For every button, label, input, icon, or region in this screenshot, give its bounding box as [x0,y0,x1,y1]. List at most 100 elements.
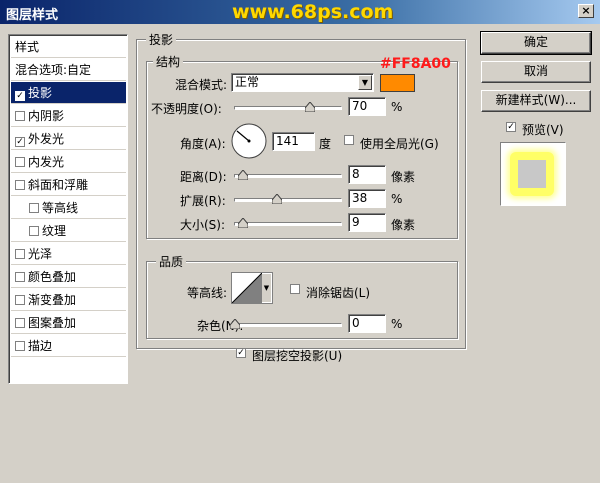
angle-dial[interactable] [230,122,268,160]
sidebar-item-label: 内发光 [28,155,65,169]
sidebar-item[interactable]: 渐变叠加 [11,289,126,311]
sidebar-item-checkbox[interactable] [15,111,25,121]
preview-swatch [518,160,546,188]
opacity-slider[interactable] [234,102,342,112]
cancel-button[interactable]: 取消 [481,61,591,83]
noise-slider-thumb[interactable] [230,319,240,329]
styles-list: 样式 混合选项:自定 ✓ 投影 内阴影 ✓ 外发光 内发光 斜面和浮雕 等高线 纹理 光泽 颜色叠加渐… [8,34,128,384]
watermark-text: www.68ps.com [232,1,394,23]
sidebar-item-checkbox[interactable] [15,272,25,282]
sidebar-item-label: 颜色叠加 [28,270,77,284]
sidebar-item-label: 外发光 [28,132,65,146]
contour-preview-icon [232,273,262,303]
sidebar-item-checkbox[interactable] [29,203,39,213]
sidebar-item-label: 描边 [28,339,53,353]
contour-label: 等高线: [187,286,228,300]
title-bar: 图层样式 www.68ps.com × [0,0,600,24]
sidebar-item[interactable]: 斜面和浮雕 [11,174,126,196]
spread-unit: % [391,192,403,206]
blend-mode-select[interactable]: 正常 ▼ [231,73,374,92]
styles-header: 样式 [11,36,126,58]
sidebar-item[interactable]: ✓ 外发光 [11,128,126,150]
hex-annotation: #FF8A00 [380,56,451,72]
antialias-checkbox[interactable] [290,284,300,294]
chevron-down-icon: ▼ [358,75,372,90]
sidebar-item[interactable]: 等高线 [11,197,126,219]
global-light-label: 使用全局光(G) [360,137,439,151]
preview-checkbox[interactable]: ✓ [506,122,516,132]
sidebar-item-label: 光泽 [28,247,53,261]
noise-unit: % [391,317,403,331]
noise-slider[interactable] [230,319,342,329]
sidebar-item-checkbox[interactable]: ✓ [15,137,25,147]
opacity-slider-thumb[interactable] [305,102,315,112]
angle-dial-icon [231,123,267,159]
sidebar-item[interactable]: 颜色叠加 [11,266,126,288]
opacity-input[interactable]: 70 [348,97,386,116]
distance-slider-thumb[interactable] [238,170,248,180]
style-preview [500,142,566,206]
global-light-checkbox[interactable] [344,135,354,145]
spread-slider-thumb[interactable] [272,194,282,204]
contour-dropdown-icon[interactable]: ▼ [262,274,271,302]
sidebar-item-checkbox[interactable] [15,295,25,305]
angle-label: 角度(A): [180,137,226,151]
distance-slider[interactable] [234,170,342,180]
opacity-label: 不透明度(O): [151,102,222,116]
contour-picker[interactable]: ▼ [231,272,273,304]
angle-input[interactable]: 141 [272,132,315,151]
distance-input[interactable]: 8 [348,165,386,184]
sidebar-item[interactable]: 描边 [11,335,126,357]
spread-label: 扩展(R): [180,194,226,208]
sidebar-item-checkbox[interactable] [15,318,25,328]
blend-mode-label: 混合模式: [175,78,228,92]
sidebar-item-checkbox[interactable] [15,341,25,351]
shadow-color-swatch[interactable] [380,74,415,92]
knockout-label: 图层挖空投影(U) [252,349,343,363]
sidebar-item[interactable]: 内发光 [11,151,126,173]
sidebar-item-label: 纹理 [42,224,67,238]
preview-label: 预览(V) [522,123,564,137]
sidebar-item[interactable]: 光泽 [11,243,126,265]
ok-button[interactable]: 确定 [480,31,592,55]
sidebar-item-label: 混合选项:自定 [15,63,92,77]
sidebar-item[interactable]: 混合选项:自定 [11,59,126,81]
dialog-body: 样式 混合选项:自定 ✓ 投影 内阴影 ✓ 外发光 内发光 斜面和浮雕 等高线 纹理 光泽 颜色叠加渐… [0,24,600,483]
sidebar-item[interactable]: 纹理 [11,220,126,242]
close-button[interactable]: × [578,4,594,18]
sidebar-item-label: 渐变叠加 [28,293,77,307]
noise-input[interactable]: 0 [348,314,386,333]
sidebar-item[interactable]: 内阴影 [11,105,126,127]
sidebar-item-label: 斜面和浮雕 [28,178,89,192]
sidebar-item-checkbox[interactable] [15,249,25,259]
sidebar-item-label: 内阴影 [28,109,65,123]
structure-title: 结构 [153,53,184,70]
size-slider[interactable] [234,218,342,228]
blend-mode-value: 正常 [235,75,260,89]
sidebar-item-checkbox[interactable] [15,180,25,190]
distance-label: 距离(D): [180,170,227,184]
sidebar-item-label: 等高线 [42,201,79,215]
window-title: 图层样式 [6,8,59,23]
opacity-unit: % [391,100,403,114]
distance-unit: 像素 [391,170,416,184]
size-slider-thumb[interactable] [238,218,248,228]
drop-shadow-title: 投影 [146,31,177,48]
size-label: 大小(S): [180,218,226,232]
spread-slider[interactable] [234,194,342,204]
angle-unit: 度 [319,137,332,151]
size-input[interactable]: 9 [348,213,386,232]
sidebar-item-checkbox[interactable] [15,157,25,167]
spread-input[interactable]: 38 [348,189,386,208]
new-style-button[interactable]: 新建样式(W)... [481,90,591,112]
sidebar-item-checkbox[interactable] [29,226,39,236]
sidebar-item[interactable]: ✓ 投影 [11,82,126,104]
sidebar-item-label: 图案叠加 [28,316,77,330]
size-unit: 像素 [391,218,416,232]
sidebar-item-label: 投影 [28,86,53,100]
antialias-label: 消除锯齿(L) [306,286,371,300]
quality-title: 品质 [156,253,187,270]
knockout-checkbox[interactable]: ✓ [236,348,246,358]
sidebar-item-checkbox[interactable]: ✓ [15,91,25,101]
sidebar-item[interactable]: 图案叠加 [11,312,126,334]
